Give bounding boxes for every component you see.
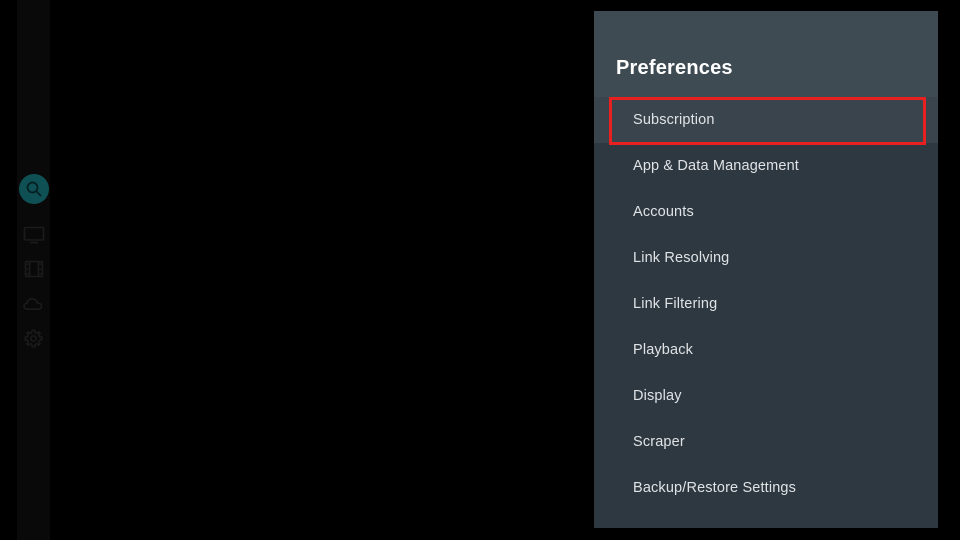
tv-icon	[19, 220, 49, 250]
menu-item-link-filtering[interactable]: Link Filtering	[594, 281, 938, 327]
menu-item-label: Link Resolving	[633, 250, 730, 266]
menu-item-label: Backup/Restore Settings	[633, 480, 797, 496]
sidebar-item-search[interactable]	[17, 172, 50, 206]
preferences-menu-list: Subscription App & Data Management Accou…	[594, 97, 938, 511]
menu-item-accounts[interactable]: Accounts	[594, 189, 938, 235]
sidebar-item-settings[interactable]	[17, 321, 50, 355]
gear-icon	[19, 323, 49, 353]
menu-item-app-data-management[interactable]: App & Data Management	[594, 143, 938, 189]
menu-item-link-resolving[interactable]: Link Resolving	[594, 235, 938, 281]
sidebar-item-movies[interactable]	[17, 252, 50, 286]
sidebar-nav-rail	[17, 0, 50, 540]
page-title: Preferences	[616, 57, 733, 79]
menu-item-label: Display	[633, 388, 682, 404]
preferences-panel: Preferences Subscription App & Data Mana…	[594, 11, 938, 528]
menu-item-subscription[interactable]: Subscription	[594, 97, 938, 143]
menu-item-label: Playback	[633, 342, 694, 358]
menu-item-label: Subscription	[633, 112, 715, 128]
menu-item-label: Accounts	[633, 204, 694, 220]
sidebar-item-tv[interactable]	[17, 218, 50, 252]
app-screen: Preferences Subscription App & Data Mana…	[0, 0, 960, 540]
menu-item-display[interactable]: Display	[594, 373, 938, 419]
menu-item-label: Link Filtering	[633, 296, 718, 312]
menu-item-label: Scraper	[633, 434, 685, 450]
search-icon	[18, 174, 49, 204]
menu-item-scraper[interactable]: Scraper	[594, 419, 938, 465]
cloud-icon	[19, 289, 49, 319]
menu-item-playback[interactable]: Playback	[594, 327, 938, 373]
sidebar-item-cloud[interactable]	[17, 287, 50, 321]
film-strip-icon	[19, 254, 49, 284]
menu-item-backup-restore-settings[interactable]: Backup/Restore Settings	[594, 465, 938, 511]
menu-item-label: App & Data Management	[633, 158, 799, 174]
panel-header: Preferences	[594, 11, 938, 97]
